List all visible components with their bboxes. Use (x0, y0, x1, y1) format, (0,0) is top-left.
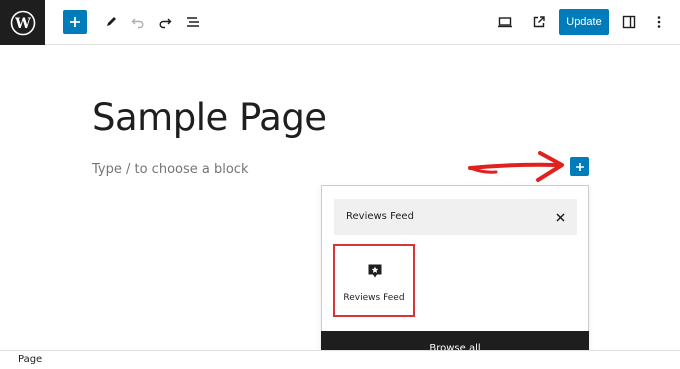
list-view-button[interactable] (183, 13, 203, 31)
update-button[interactable]: Update (559, 9, 609, 35)
reviews-feed-block[interactable]: Reviews Feed (333, 244, 415, 317)
block-placeholder[interactable]: Type / to choose a block (92, 162, 248, 177)
redo-icon (159, 18, 172, 29)
settings-sidebar-button[interactable] (620, 13, 638, 31)
svg-text:W: W (14, 16, 31, 32)
desktop-icon (498, 17, 512, 28)
editor-footer: Page (0, 350, 680, 369)
sidebar-icon (622, 15, 636, 29)
add-block-button[interactable] (63, 10, 87, 34)
redo-button[interactable] (156, 13, 174, 31)
list-view-icon (187, 17, 199, 27)
inline-add-block-button[interactable] (570, 157, 589, 176)
more-vertical-icon (657, 16, 661, 28)
editor-toolbar: W Update (0, 0, 680, 45)
clear-search-button[interactable] (551, 208, 569, 226)
wordpress-logo[interactable]: W (0, 0, 45, 45)
tools-button[interactable] (102, 13, 120, 31)
block-search-input[interactable]: Reviews Feed (334, 199, 577, 235)
page-title[interactable]: Sample Page (92, 96, 327, 139)
wordpress-icon: W (10, 10, 35, 35)
undo-icon (131, 18, 144, 29)
close-icon (555, 212, 565, 222)
search-value: Reviews Feed (346, 211, 414, 222)
undo-button[interactable] (129, 13, 147, 31)
preview-button[interactable] (496, 13, 514, 31)
review-star-icon (368, 264, 382, 278)
plus-icon (70, 17, 80, 27)
pencil-icon (107, 17, 116, 26)
annotation-arrow-icon (468, 151, 564, 182)
block-inserter-popover: Reviews Feed Reviews Feed Browse all (321, 185, 589, 365)
block-label: Reviews Feed (343, 293, 405, 303)
external-link-icon (533, 16, 545, 28)
breadcrumb[interactable]: Page (18, 354, 42, 365)
plus-icon (575, 162, 584, 171)
options-button[interactable] (650, 13, 668, 31)
view-page-button[interactable] (530, 13, 548, 31)
